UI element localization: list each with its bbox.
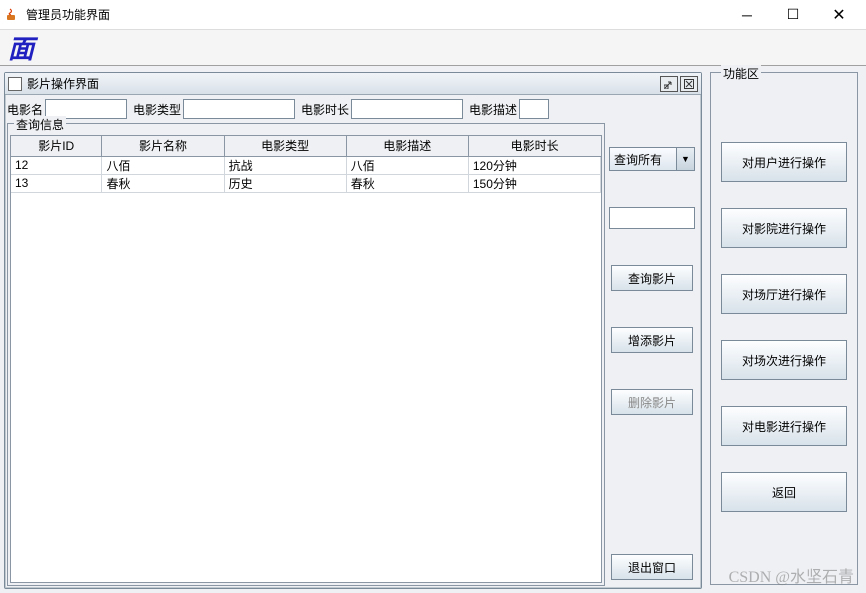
query-film-button[interactable]: 查询影片 [611,265,693,291]
table-header[interactable]: 电影时长 [468,136,600,156]
table-row[interactable]: 13春秋历史春秋150分钟 [11,174,601,192]
query-fieldset: 查询信息 影片ID影片名称电影类型电影描述电影时长 12八佰抗战八佰120分钟1… [7,123,605,586]
window-title: 管理员功能界面 [26,6,724,23]
type-input[interactable] [183,99,295,119]
header-bar: 面 [0,30,866,66]
frame-maximize-button[interactable] [660,76,678,92]
film-table[interactable]: 影片ID影片名称电影类型电影描述电影时长 12八佰抗战八佰120分钟13春秋历史… [11,136,601,193]
internal-frame-titlebar: 影片操作界面 [5,73,701,95]
table-cell: 八佰 [102,156,224,174]
add-film-button[interactable]: 增添影片 [611,327,693,353]
frame-icon [8,77,22,91]
table-cell: 抗战 [224,156,346,174]
table-cell: 120分钟 [468,156,600,174]
frame-close-button[interactable] [680,76,698,92]
table-header[interactable]: 电影类型 [224,136,346,156]
film-table-wrap: 影片ID影片名称电影类型电影描述电影时长 12八佰抗战八佰120分钟13春秋历史… [10,135,602,583]
function-panel: 功能区 对用户进行操作对影院进行操作对场厅进行操作对场次进行操作对电影进行操作返… [710,72,858,585]
desc-input[interactable] [519,99,549,119]
table-cell: 13 [11,174,102,192]
func-button-2[interactable]: 对场厅进行操作 [721,274,847,314]
duration-input[interactable] [351,99,463,119]
film-internal-frame: 影片操作界面 电影名 电影类型 电影时长 电影描述 [4,72,702,589]
func-button-3[interactable]: 对场次进行操作 [721,340,847,380]
app-logo: 面 [8,29,34,66]
query-mode-combo[interactable]: 查询所有 ▼ [609,147,695,171]
window-titlebar: 管理员功能界面 ─ ☐ ✕ [0,0,866,30]
table-row[interactable]: 12八佰抗战八佰120分钟 [11,156,601,174]
maximize-button[interactable]: ☐ [770,0,816,30]
combo-value: 查询所有 [609,147,677,171]
minimize-button[interactable]: ─ [724,0,770,30]
exit-window-button[interactable]: 退出窗口 [611,554,693,580]
table-header[interactable]: 影片ID [11,136,102,156]
func-button-0[interactable]: 对用户进行操作 [721,142,847,182]
type-label: 电影类型 [133,101,181,118]
table-cell: 历史 [224,174,346,192]
query-legend: 查询信息 [14,116,66,133]
delete-film-button[interactable]: 删除影片 [611,389,693,415]
table-header[interactable]: 电影描述 [346,136,468,156]
desc-label: 电影描述 [469,101,517,118]
table-cell: 12 [11,156,102,174]
name-label: 电影名 [7,101,43,118]
table-cell: 八佰 [346,156,468,174]
close-button[interactable]: ✕ [816,0,862,30]
film-form-row: 电影名 电影类型 电影时长 电影描述 [7,97,605,121]
table-cell: 春秋 [102,174,224,192]
func-button-1[interactable]: 对影院进行操作 [721,208,847,248]
table-cell: 春秋 [346,174,468,192]
chevron-down-icon: ▼ [677,147,695,171]
search-input[interactable] [609,207,695,229]
func-button-4[interactable]: 对电影进行操作 [721,406,847,446]
java-app-icon [4,7,20,23]
func-button-5[interactable]: 返回 [721,472,847,512]
internal-frame-title: 影片操作界面 [27,75,658,92]
table-cell: 150分钟 [468,174,600,192]
table-header[interactable]: 影片名称 [102,136,224,156]
duration-label: 电影时长 [301,101,349,118]
function-legend: 功能区 [721,65,761,82]
